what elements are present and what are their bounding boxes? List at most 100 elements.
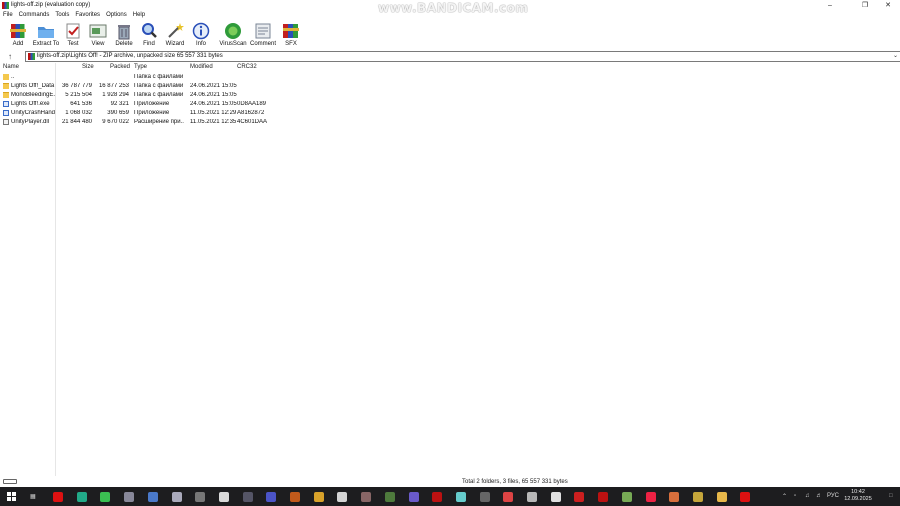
- app-icon[interactable]: [76, 492, 87, 502]
- menu-tools[interactable]: Tools: [52, 11, 72, 20]
- view-icon: [89, 22, 107, 40]
- app-icon[interactable]: [337, 492, 348, 502]
- drive-icon: [3, 479, 17, 484]
- app-icon[interactable]: [242, 492, 253, 502]
- task-view-icon[interactable]: ▦: [30, 493, 36, 500]
- app-icon[interactable]: [621, 492, 632, 502]
- delete-icon: [115, 22, 133, 40]
- app-icon[interactable]: [384, 492, 395, 502]
- info-icon: [192, 22, 210, 40]
- app-icon[interactable]: [479, 492, 490, 502]
- archive-icon: [28, 53, 35, 60]
- exe-file-icon: [3, 101, 9, 107]
- clock[interactable]: 10:42 12.09.2025: [838, 489, 878, 503]
- app-icon[interactable]: [598, 492, 609, 502]
- title-bar: lights-off.zip (evaluation copy) www.BAN…: [0, 0, 900, 15]
- clock-time: 10:42: [851, 489, 865, 495]
- speaker-icon[interactable]: ♬: [816, 493, 822, 499]
- virusscan-button[interactable]: VirusScan: [219, 22, 247, 47]
- menu-file[interactable]: File: [0, 11, 16, 20]
- chevron-up-icon[interactable]: ⌃: [782, 493, 787, 500]
- app-icon[interactable]: [124, 492, 135, 502]
- close-icon[interactable]: ✕: [876, 0, 900, 11]
- table-row[interactable]: UnityCrashHand... 1 068 032 390 659 Прил…: [0, 109, 900, 118]
- chevron-down-icon[interactable]: ⌄: [893, 52, 898, 59]
- minimize-icon[interactable]: –: [818, 0, 842, 11]
- sfx-icon: [282, 22, 300, 40]
- app-icon[interactable]: [313, 492, 324, 502]
- column-header-crc32[interactable]: CRC32: [237, 64, 257, 70]
- up-arrow-icon[interactable]: ↑: [5, 52, 15, 62]
- wizard-button[interactable]: Wizard: [164, 22, 186, 47]
- app-icon[interactable]: [290, 492, 300, 502]
- find-icon: [140, 22, 158, 40]
- app-icon[interactable]: [361, 492, 372, 502]
- app-icon[interactable]: [527, 492, 537, 502]
- dll-file-icon: [3, 119, 9, 125]
- column-header-type[interactable]: Type: [134, 64, 147, 70]
- column-header-size[interactable]: Size: [82, 64, 94, 70]
- app-icon[interactable]: [195, 492, 206, 502]
- column-header-packed[interactable]: Packed: [110, 64, 130, 70]
- menu-commands[interactable]: Commands: [16, 11, 53, 20]
- app-icon[interactable]: [147, 492, 158, 502]
- table-row[interactable]: MonoBleedingE... 5 215 504 1 928 294 Пап…: [0, 91, 900, 100]
- app-icon[interactable]: [455, 492, 466, 502]
- status-text: Total 2 folders, 3 files, 65 557 331 byt…: [462, 479, 568, 485]
- menu-options[interactable]: Options: [103, 11, 130, 20]
- app-icon[interactable]: [574, 492, 585, 502]
- extract-to-button[interactable]: Extract To: [32, 22, 60, 47]
- app-icon[interactable]: [432, 492, 443, 502]
- table-row[interactable]: Lights Off!.exe 641 536 92 321 Приложени…: [0, 100, 900, 109]
- opera-icon[interactable]: [53, 492, 63, 502]
- app-icon[interactable]: [645, 492, 656, 502]
- app-icon[interactable]: [503, 492, 514, 502]
- test-button[interactable]: Test: [63, 22, 83, 47]
- info-button[interactable]: Info: [191, 22, 211, 47]
- menu-bar: File Commands Tools Favorites Options He…: [0, 11, 900, 20]
- winrar-icon[interactable]: [716, 492, 727, 502]
- find-button[interactable]: Find: [139, 22, 159, 47]
- exe-file-icon: [3, 110, 9, 116]
- extract-folder-icon: [37, 22, 55, 40]
- test-icon: [64, 22, 82, 40]
- add-archive-icon: [9, 22, 27, 40]
- delete-button[interactable]: Delete: [113, 22, 135, 47]
- network-icon[interactable]: ▫: [794, 493, 796, 499]
- menu-favorites[interactable]: Favorites: [72, 11, 103, 20]
- table-row[interactable]: Lights Off!_Data 36 787 779 16 877 253 П…: [0, 82, 900, 91]
- column-header-modified[interactable]: Modified: [190, 64, 213, 70]
- comment-button[interactable]: Comment: [249, 22, 277, 47]
- sfx-button[interactable]: SFX: [281, 22, 301, 47]
- app-icon[interactable]: [669, 492, 680, 502]
- app-icon[interactable]: [692, 492, 703, 502]
- app-icon[interactable]: [408, 492, 419, 502]
- add-button[interactable]: Add: [7, 22, 29, 47]
- app-icon[interactable]: [100, 492, 111, 502]
- folder-icon: [3, 92, 9, 98]
- view-button[interactable]: View: [87, 22, 109, 47]
- app-icon[interactable]: [218, 492, 229, 502]
- path-text: lights-off.zip\Lights Off! - ZIP archive…: [37, 53, 223, 59]
- taskbar: ▦ ⌃ ▫ ♫ ♬ РУС 10:42 12.09.2025 □: [0, 487, 900, 506]
- address-bar: ↑ lights-off.zip\Lights Off! - ZIP archi…: [0, 50, 900, 63]
- notifications-icon[interactable]: □: [889, 493, 893, 499]
- restore-icon[interactable]: ❐: [853, 0, 877, 11]
- table-row[interactable]: UnityPlayer.dll 21 844 480 9 670 022 Рас…: [0, 118, 900, 127]
- path-field[interactable]: lights-off.zip\Lights Off! - ZIP archive…: [25, 51, 900, 62]
- status-bar: Total 2 folders, 3 files, 65 557 331 byt…: [0, 476, 900, 487]
- window-title: lights-off.zip (evaluation copy): [11, 2, 91, 8]
- folder-icon: [3, 83, 9, 89]
- app-icon[interactable]: [550, 492, 561, 502]
- column-header-name[interactable]: Name: [3, 64, 19, 70]
- toolbar: Add Extract To Test View Delete Find Wiz…: [0, 20, 900, 49]
- volume-icon[interactable]: ♫: [805, 493, 810, 499]
- table-row[interactable]: .. Папка с файлами: [0, 73, 900, 82]
- bandicam-icon[interactable]: [740, 492, 751, 502]
- menu-help[interactable]: Help: [130, 11, 148, 20]
- app-icon[interactable]: [171, 492, 182, 502]
- winrar-icon: [2, 2, 9, 9]
- windows-start-icon[interactable]: [7, 492, 16, 501]
- app-icon[interactable]: [266, 492, 277, 502]
- wizard-icon: [166, 22, 184, 40]
